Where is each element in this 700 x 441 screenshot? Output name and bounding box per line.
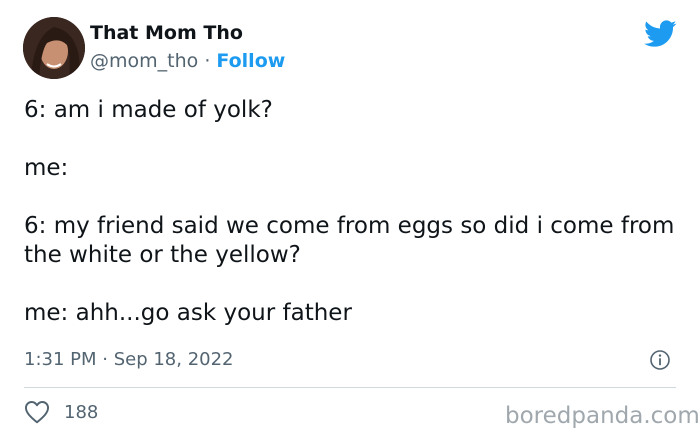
tweet-timestamp[interactable]: 1:31 PM · Sep 18, 2022	[24, 349, 234, 370]
tweet-paragraph: me:	[24, 155, 69, 181]
follow-button[interactable]: Follow	[216, 50, 285, 72]
watermark: boredpanda.com	[505, 403, 700, 429]
user-handle[interactable]: @mom_tho	[90, 50, 198, 72]
tweet-paragraph: 6: my friend said we come from eggs so d…	[24, 213, 675, 268]
like-button[interactable]: 188	[24, 400, 98, 424]
like-count: 188	[64, 401, 99, 423]
divider	[24, 387, 676, 388]
avatar[interactable]	[23, 17, 85, 79]
tweet-text: 6: am i made of yolk? me: 6: my friend s…	[24, 96, 684, 328]
handle-row: @mom_tho · Follow	[90, 50, 285, 72]
tweet-paragraph: 6: am i made of yolk?	[24, 97, 273, 123]
twitter-bird-icon[interactable]	[644, 20, 677, 48]
separator: ·	[204, 50, 211, 72]
display-name[interactable]: That Mom Tho	[90, 22, 243, 44]
avatar-image	[23, 17, 85, 79]
info-icon[interactable]	[650, 350, 670, 370]
heart-icon	[24, 401, 50, 424]
tweet-paragraph: me: ahh...go ask your father	[24, 300, 352, 326]
